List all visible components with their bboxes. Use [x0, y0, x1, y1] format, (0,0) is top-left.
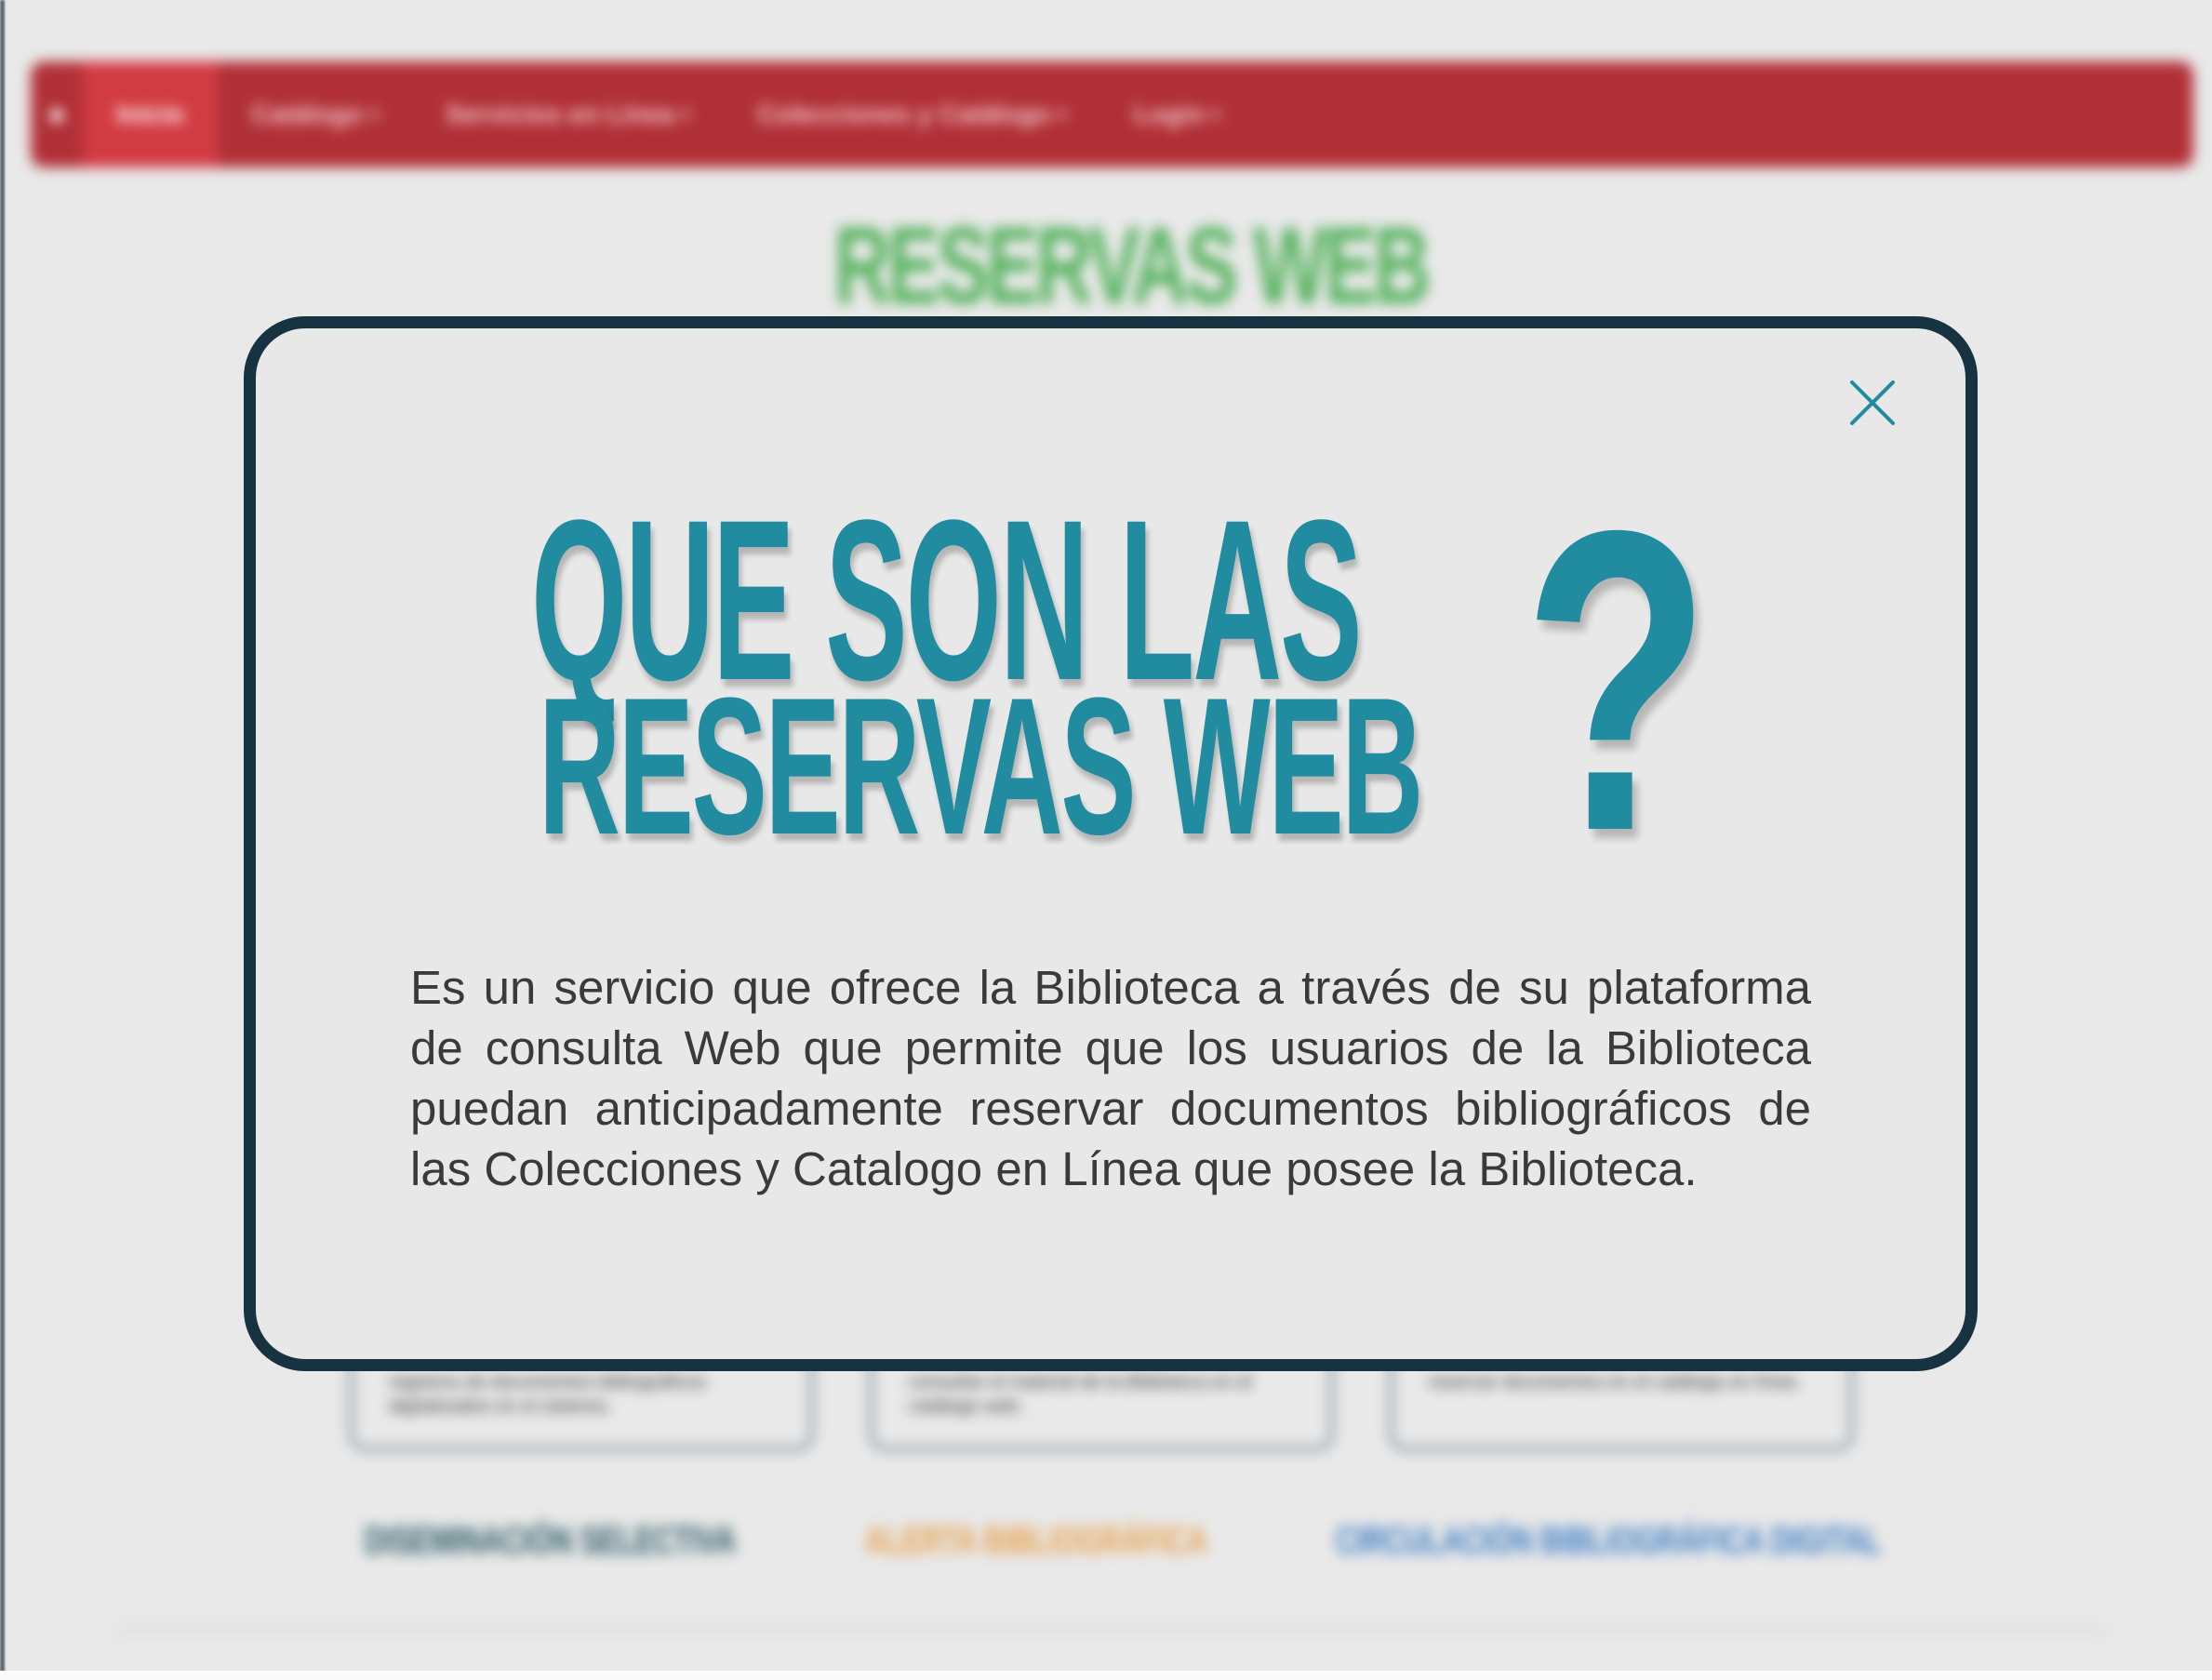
close-icon — [1850, 380, 1895, 425]
link-alerta-bibliografica[interactable]: ALERTA BIBLIOGRÁFICA — [865, 1518, 1207, 1563]
divider — [115, 1630, 2106, 1633]
caret-down-icon: ▾ — [1058, 104, 1067, 124]
heading-line-2: RESERVAS WEB — [539, 657, 1423, 875]
nav-item-servicios[interactable]: Servicios en Línea ▾ — [412, 61, 724, 167]
modal-body-text: Es un servicio que ofrece la Biblioteca … — [410, 961, 1811, 1195]
nav-item-label: Servicios en Línea — [445, 100, 674, 128]
nav-item-login[interactable]: Login ▾ — [1100, 61, 1254, 167]
card-text: registros de documentos bibliográficos d… — [389, 1372, 707, 1417]
question-mark: ? — [1523, 443, 1712, 920]
caret-down-icon: ▾ — [369, 104, 379, 124]
link-circulacion-digital[interactable]: CIRCULACIÓN BIBLIOGRÁFICA DIGITAL — [1336, 1518, 1881, 1563]
card-text: consultar el material de la Biblioteca e… — [909, 1372, 1253, 1417]
page-title: RESERVAS WEB — [833, 205, 1431, 327]
home-icon[interactable]: ■ — [31, 61, 83, 167]
caret-down-icon: ▾ — [681, 104, 690, 124]
card-text: reservar documentos en el catálogo en lí… — [1429, 1372, 1802, 1393]
info-modal: QUE SON LAS RESERVAS WEB ? Es un servici… — [244, 316, 1978, 1371]
nav-item-inicio[interactable]: Inicio — [83, 61, 219, 167]
nav-item-label: Inicio — [116, 100, 185, 128]
nav-item-label: Login — [1133, 100, 1206, 128]
nav-item-label: Colecciones y Catálogo — [756, 100, 1051, 128]
link-diseminacion-selectiva[interactable]: DISEMINACIÓN SELECTIVA — [365, 1518, 736, 1563]
nav-item-catalogo[interactable]: Catálogo ▾ — [218, 61, 412, 167]
nav-item-label: Catálogo — [251, 100, 363, 128]
close-button[interactable] — [1845, 375, 1900, 431]
nav-item-colecciones[interactable]: Colecciones y Catálogo ▾ — [724, 61, 1100, 167]
modal-heading: QUE SON LAS RESERVAS WEB ? — [256, 468, 1965, 896]
caret-down-icon: ▾ — [1212, 104, 1221, 124]
main-navbar: ■ Inicio Catálogo ▾ Servicios en Línea ▾… — [31, 61, 2193, 167]
window-bottom-edge — [0, 1671, 2212, 1680]
